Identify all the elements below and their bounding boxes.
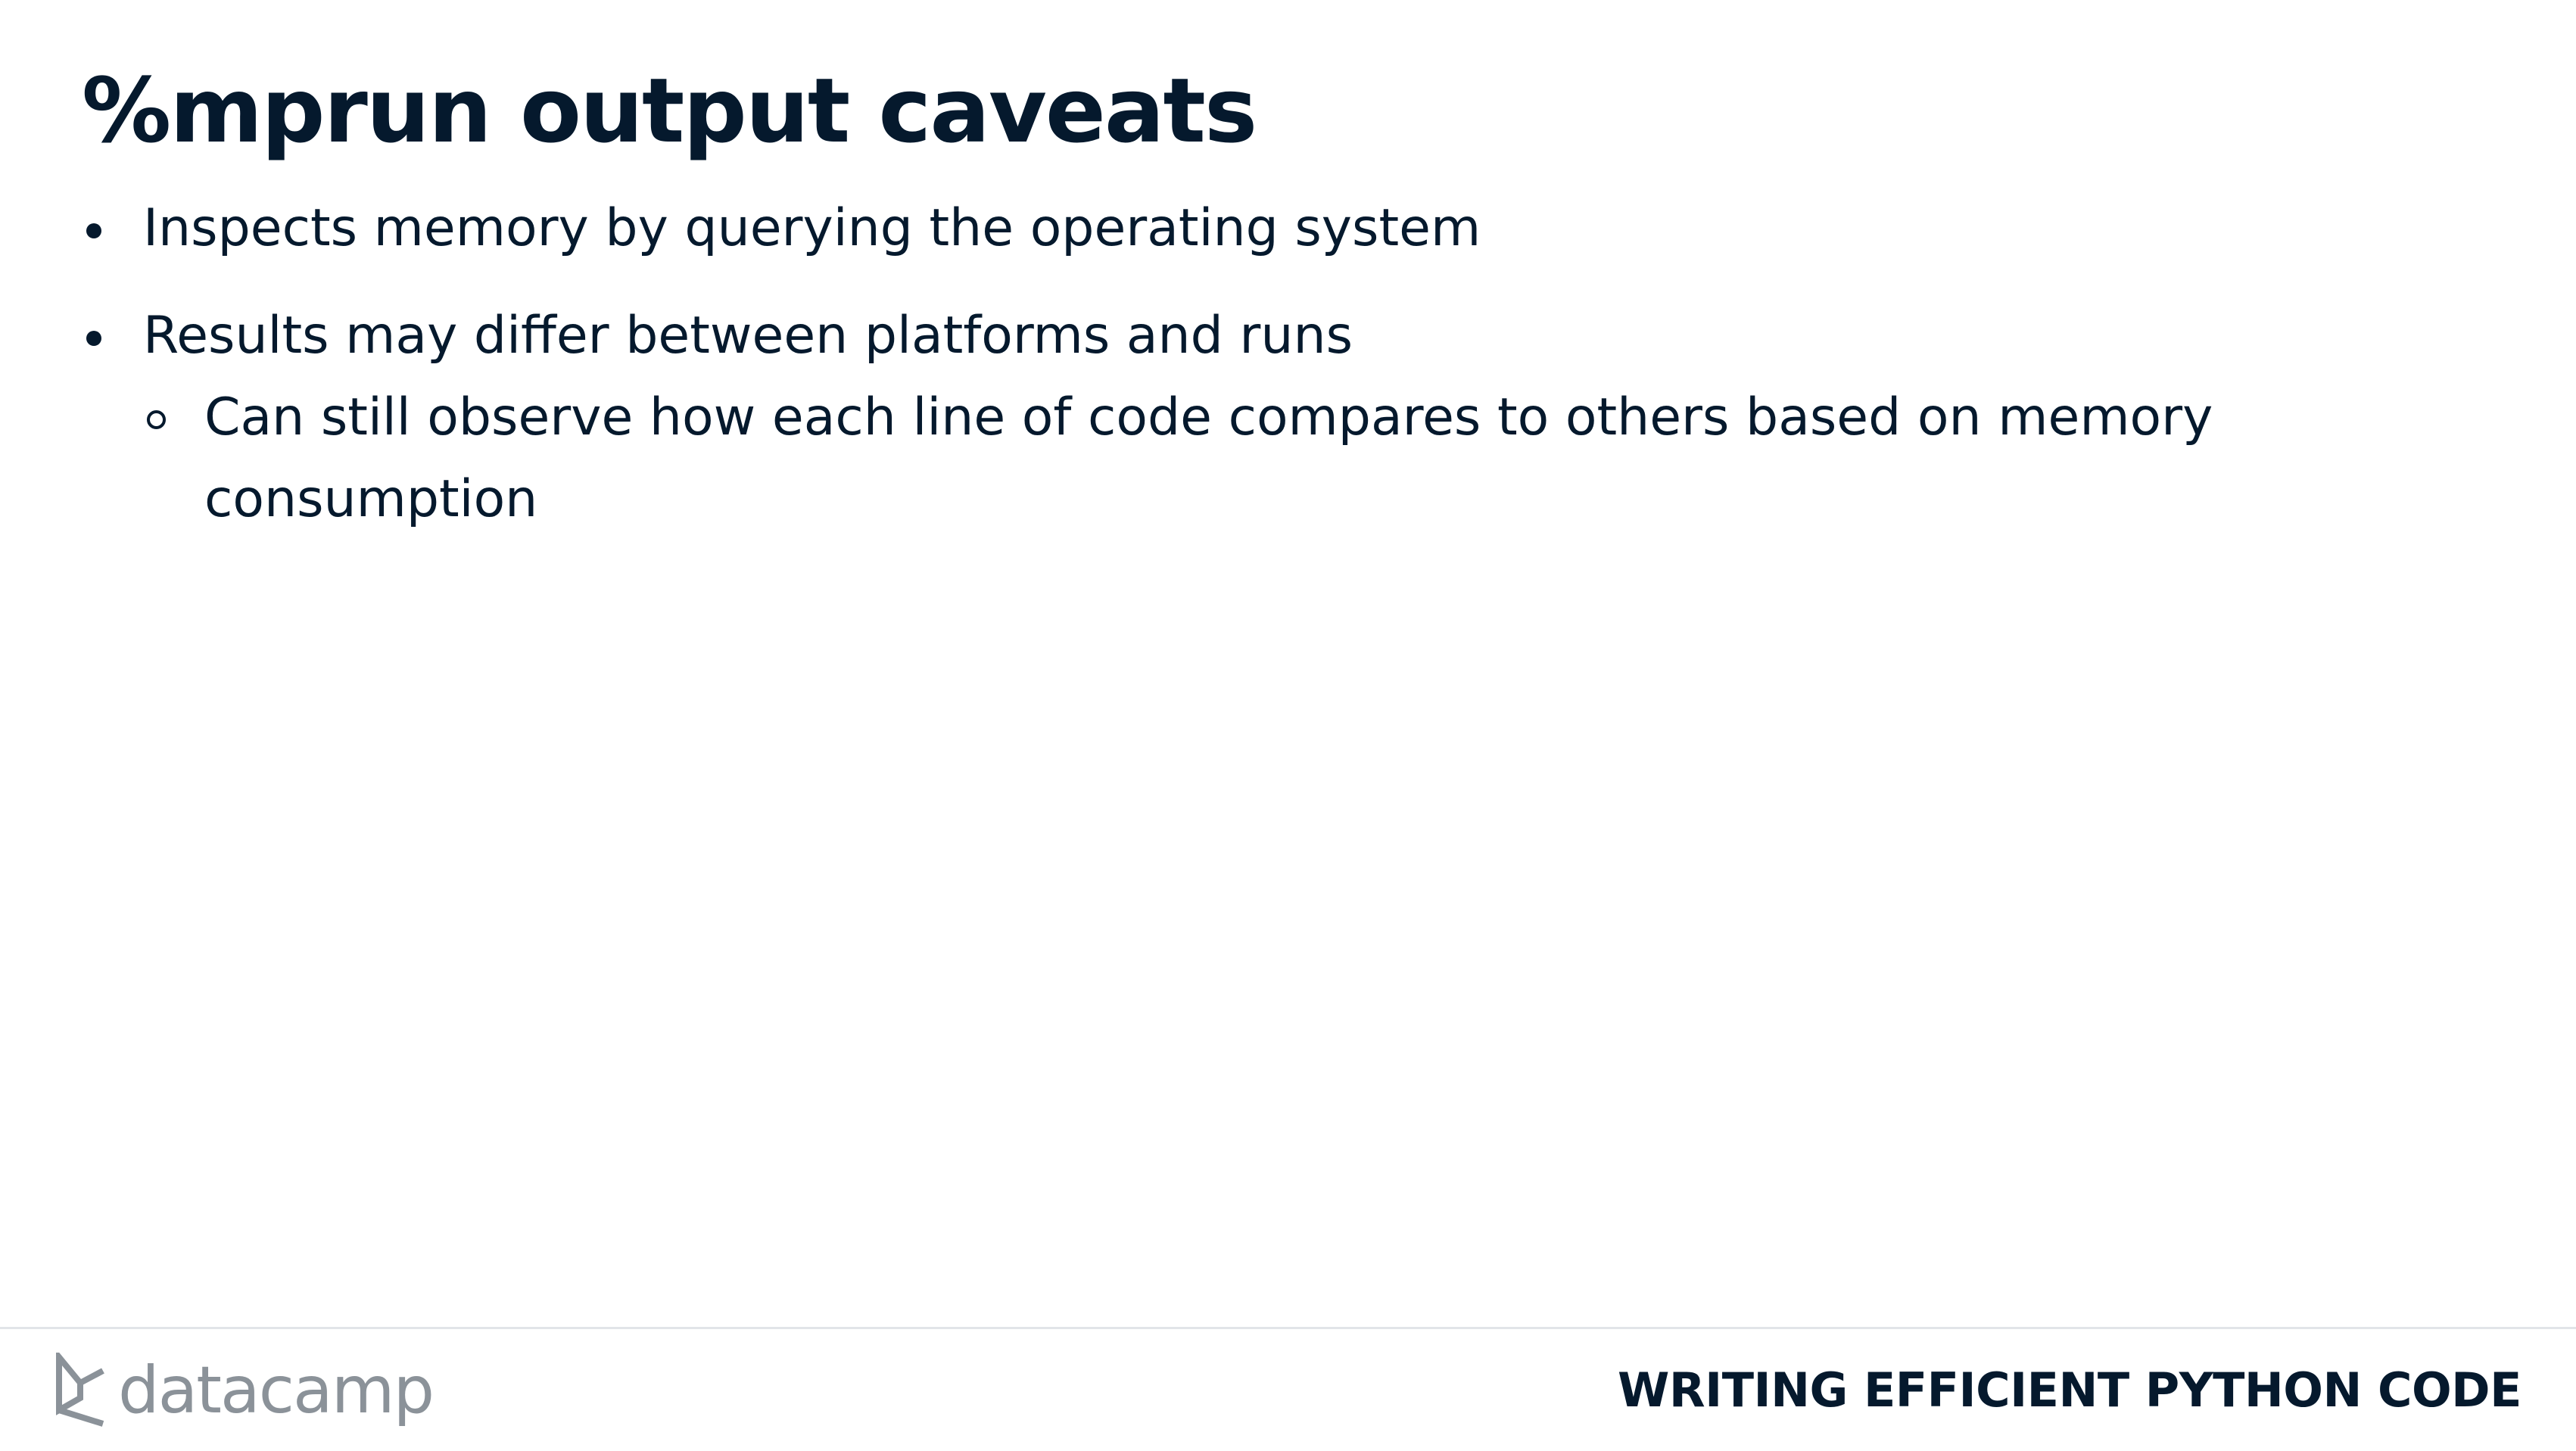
- bullet-item: Results may differ between platforms and…: [82, 295, 2428, 540]
- sub-bullet-item: Can still observe how each line of code …: [143, 377, 2428, 540]
- bullet-dot-icon: [86, 331, 101, 346]
- datacamp-logo-icon: [56, 1353, 104, 1427]
- footer-divider: [0, 1327, 2576, 1329]
- sub-bullet-list: Can still observe how each line of code …: [143, 377, 2428, 540]
- logo-text: datacamp: [118, 1353, 435, 1428]
- bullet-list: Inspects memory by querying the operatin…: [82, 188, 2428, 540]
- bullet-text: Inspects memory by querying the operatin…: [143, 198, 1481, 258]
- slide-title: %mprun output caveats: [82, 58, 1257, 163]
- bullet-text: Results may differ between platforms and…: [143, 306, 1353, 366]
- bullet-dot-icon: [86, 223, 101, 238]
- sub-bullet-text: Can still observe how each line of code …: [204, 388, 2213, 529]
- bullet-ring-icon: [147, 410, 166, 429]
- bullet-item: Inspects memory by querying the operatin…: [82, 188, 2428, 269]
- datacamp-logo: datacamp: [50, 1349, 435, 1432]
- course-name: WRITING EFFICIENT PYTHON CODE: [1618, 1362, 2521, 1418]
